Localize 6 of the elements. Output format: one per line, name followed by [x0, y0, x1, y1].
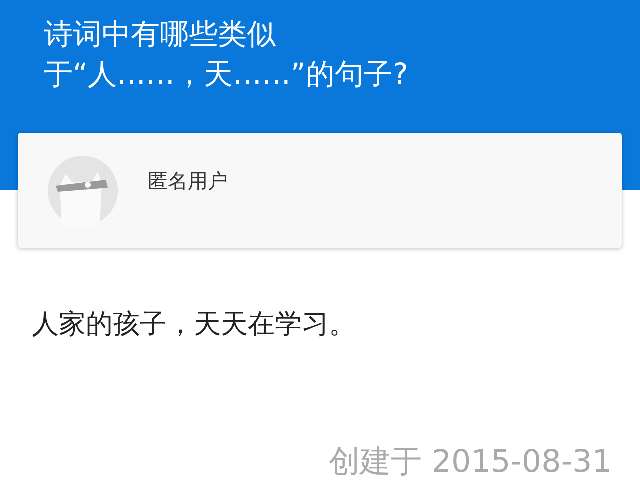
created-date: 创建于 2015-08-31	[328, 443, 612, 481]
author-name[interactable]: 匿名用户	[148, 168, 228, 195]
question-title: 于“人……，天……”的句子?	[44, 56, 410, 93]
answer-text: 人家的孩子，天天在学习。	[32, 308, 357, 342]
question-title: 诗词中有哪些类似	[44, 16, 277, 53]
avatar-icon[interactable]	[48, 156, 118, 226]
